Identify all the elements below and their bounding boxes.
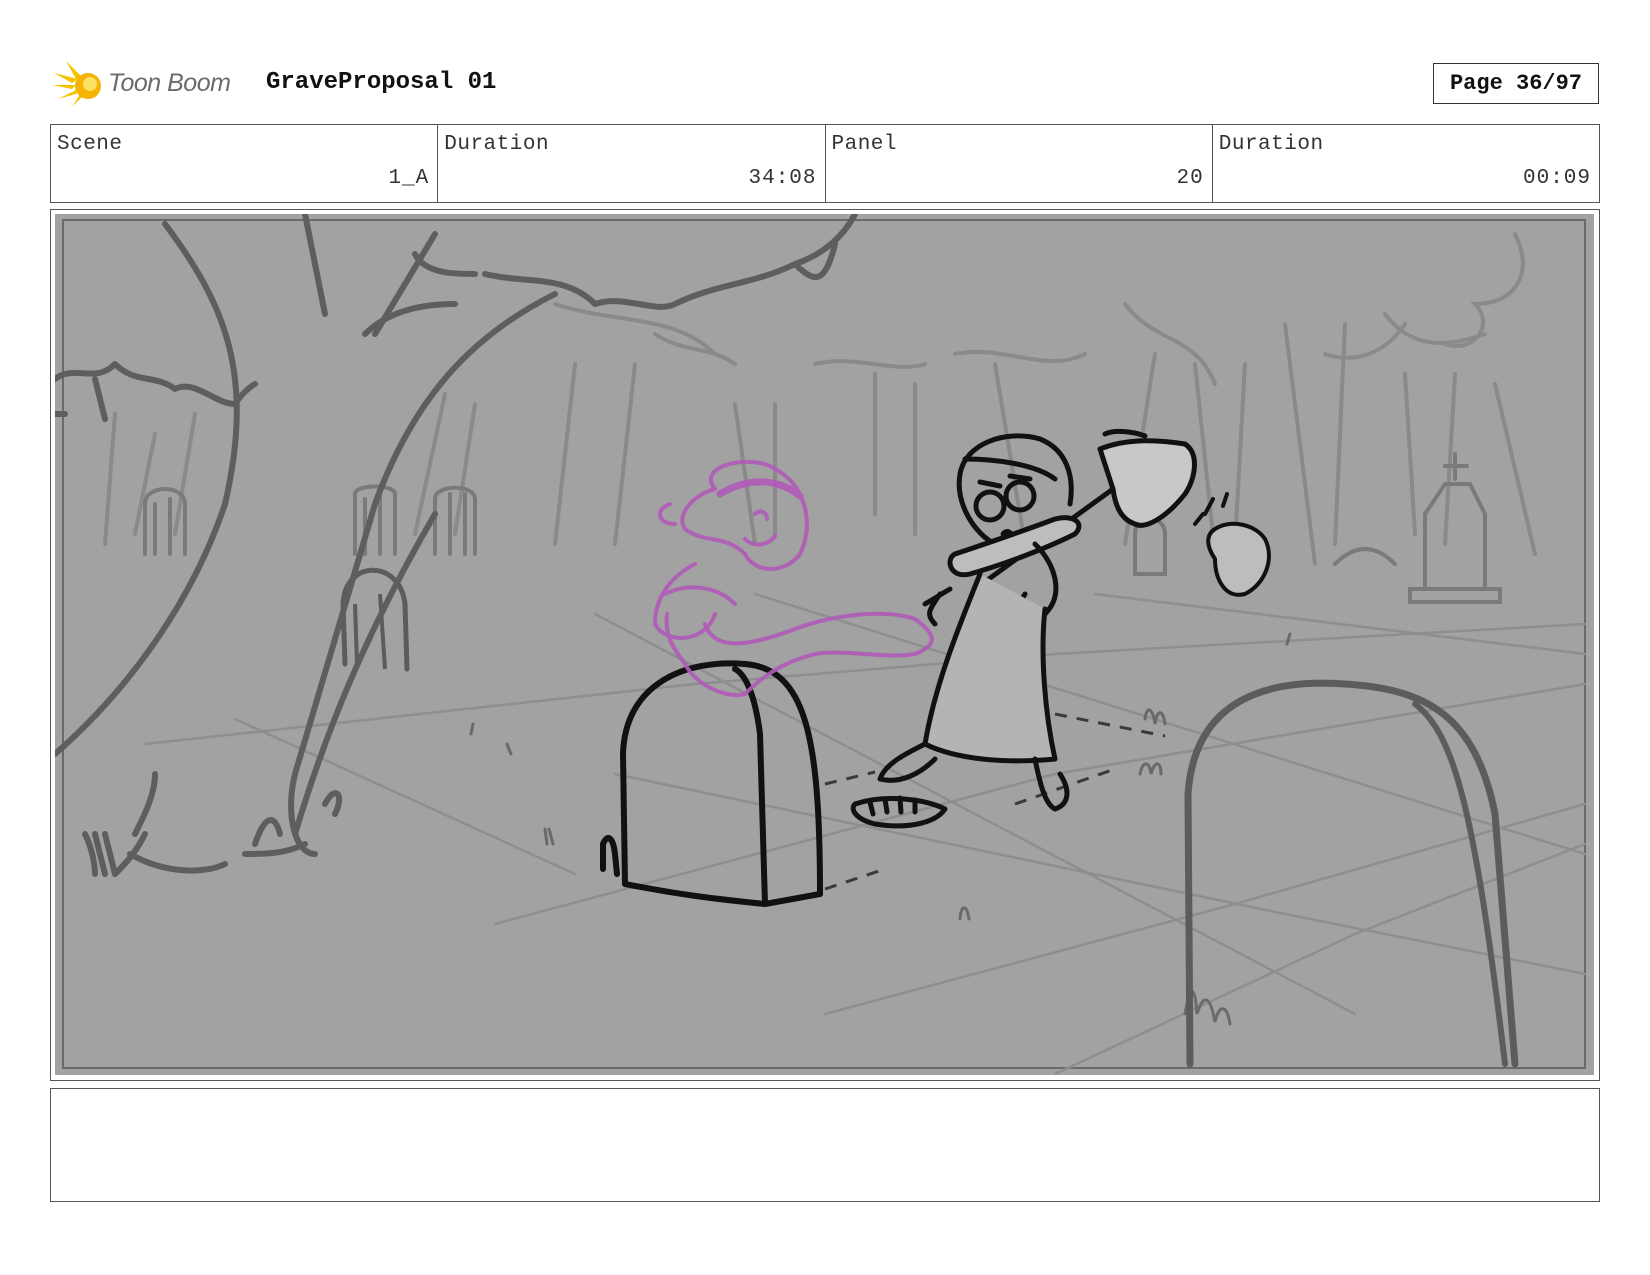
toon-boom-logo: Toon Boom xyxy=(52,55,252,111)
panel-label: Panel xyxy=(831,133,898,156)
scene-cell: Scene 1_A xyxy=(51,125,439,202)
scene-label: Scene xyxy=(57,133,123,156)
star-burst-icon xyxy=(52,61,101,107)
panel-duration-value: 00:09 xyxy=(1522,167,1591,190)
document-title: GraveProposal 01 xyxy=(266,69,497,96)
scene-value: 1_A xyxy=(388,167,430,190)
panel-cell: Panel 20 xyxy=(826,125,1213,202)
scene-duration-cell: Duration 34:08 xyxy=(438,125,826,202)
panel-duration-cell: Duration 00:09 xyxy=(1213,125,1599,202)
panel-duration-label: Duration xyxy=(1218,133,1324,156)
panel-notes-box xyxy=(50,1088,1600,1202)
scene-info-table: Scene 1_A Duration 34:08 Panel 20 Durati… xyxy=(50,124,1600,203)
storyboard-panel-image xyxy=(55,214,1594,1075)
panel-value: 20 xyxy=(1176,167,1204,190)
scene-duration-value: 34:08 xyxy=(748,167,817,190)
storyboard-panel-frame xyxy=(50,209,1600,1081)
page-number-box: Page 36/97 xyxy=(1433,63,1599,104)
scene-duration-label: Duration xyxy=(444,133,550,156)
graveyard-sketch xyxy=(55,214,1587,1075)
logo-text: Toon Boom xyxy=(108,69,231,97)
